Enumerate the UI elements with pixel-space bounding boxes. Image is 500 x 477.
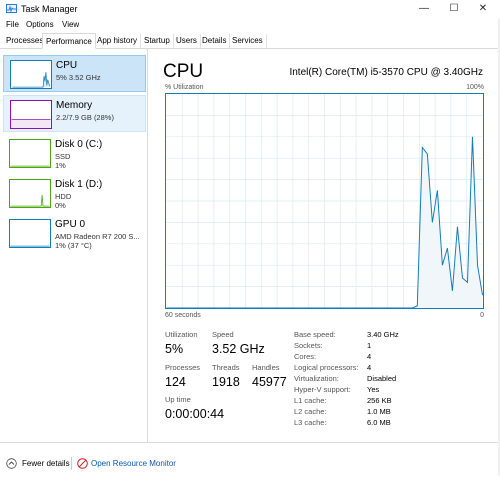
speed-label: Speed <box>212 330 234 339</box>
graph-max-label: 100% <box>466 84 484 91</box>
close-icon: ✕ <box>478 3 488 14</box>
uptime-value: 0:00:00:44 <box>165 407 225 421</box>
minimize-icon: — <box>419 3 429 14</box>
uptime-label: Up time <box>165 395 191 404</box>
utilization-label: Utilization <box>165 330 198 339</box>
handles-label: Handles <box>252 363 280 372</box>
menu-options[interactable]: Options <box>26 20 54 29</box>
detail-label: Sockets: <box>294 341 323 350</box>
graph-min-label: 0 <box>480 312 484 319</box>
detail-value: 256 KB <box>367 396 392 405</box>
sidebar-item-cpu[interactable]: CPU 5% 3.52 GHz <box>3 55 146 92</box>
cpu-panel: CPU Intel(R) Core(TM) i5-3570 CPU @ 3.40… <box>148 49 500 442</box>
tab-startup[interactable]: Startup <box>141 34 174 48</box>
sidebar-item-label: Disk 0 (C:) <box>55 139 103 150</box>
detail-value: 3.40 GHz <box>367 330 399 339</box>
footer-bar: Fewer details Open Resource Monitor <box>0 442 500 477</box>
sidebar-item-type: AMD Radeon R7 200 S... <box>55 232 140 241</box>
sidebar-item-memory[interactable]: Memory 2.2/7.9 GB (28%) <box>3 95 146 132</box>
open-resource-monitor-link[interactable]: Open Resource Monitor <box>91 459 176 468</box>
cpu-utilization-graph <box>165 93 484 309</box>
sidebar-item-value: 5% 3.52 GHz <box>56 73 101 82</box>
memory-thumbnail <box>10 100 52 129</box>
detail-label: Base speed: <box>294 330 336 339</box>
threads-label: Threads <box>212 363 240 372</box>
gpu-thumbnail <box>9 219 51 248</box>
sidebar-item-label: GPU 0 <box>55 219 86 230</box>
threads-value: 1918 <box>212 375 240 389</box>
menu-view[interactable]: View <box>62 20 79 29</box>
task-manager-icon <box>6 4 17 13</box>
close-button[interactable]: ✕ <box>468 0 498 18</box>
sidebar-item-type: HDD <box>55 192 72 201</box>
sidebar-item-gpu-0[interactable]: GPU 0 AMD Radeon R7 200 S... 1% (37 °C) <box>3 215 146 252</box>
detail-value: Disabled <box>367 374 397 383</box>
sidebar-item-disk-0[interactable]: Disk 0 (C:) SSD 1% <box>3 135 146 172</box>
speed-value: 3.52 GHz <box>212 342 265 356</box>
sidebar-item-type: SSD <box>55 152 71 161</box>
menu-file[interactable]: File <box>6 20 19 29</box>
sidebar-item-label: CPU <box>56 60 78 71</box>
footer-divider <box>71 457 72 470</box>
window-title: Task Manager <box>21 4 78 14</box>
sidebar-item-value: 0% <box>55 201 66 210</box>
tab-details[interactable]: Details <box>199 34 231 48</box>
detail-value: 4 <box>367 352 372 361</box>
tab-app-history[interactable]: App history <box>94 34 142 48</box>
sidebar-item-value: 2.2/7.9 GB (28%) <box>56 113 114 122</box>
cpu-model: Intel(R) Core(TM) i5-3570 CPU @ 3.40GHz <box>289 67 483 78</box>
maximize-button[interactable]: ☐ <box>439 0 469 18</box>
detail-value: 6.0 MB <box>367 418 391 427</box>
detail-label: L3 cache: <box>294 418 327 427</box>
minimize-button[interactable]: — <box>409 0 439 18</box>
tab-bar: Processes Performance App history Startu… <box>0 33 500 49</box>
maximize-icon: ☐ <box>449 3 459 14</box>
detail-label: Logical processors: <box>294 363 359 372</box>
detail-label: Hyper-V support: <box>294 385 351 394</box>
sidebar-item-value: 1% (37 °C) <box>55 241 92 250</box>
disk-1-thumbnail <box>9 179 51 208</box>
tab-services[interactable]: Services <box>229 34 267 48</box>
utilization-value: 5% <box>165 342 184 356</box>
detail-label: Cores: <box>294 352 317 361</box>
detail-label: L1 cache: <box>294 396 327 405</box>
handles-value: 45977 <box>252 375 287 389</box>
detail-value: Yes <box>367 385 380 394</box>
detail-value: 1 <box>367 341 372 350</box>
sidebar-item-label: Memory <box>56 100 93 111</box>
resource-monitor-icon[interactable] <box>77 458 88 469</box>
detail-value: 1.0 MB <box>367 407 391 416</box>
processes-value: 124 <box>165 375 186 389</box>
title-bar: Task Manager — ☐ ✕ <box>0 0 500 18</box>
sidebar-item-label: Disk 1 (D:) <box>55 179 103 190</box>
graph-time-label: 60 seconds <box>165 312 201 319</box>
detail-label: L2 cache: <box>294 407 327 416</box>
processes-label: Processes <box>165 363 201 372</box>
tab-performance[interactable]: Performance <box>42 33 96 49</box>
page-title: CPU <box>163 61 204 82</box>
tab-processes[interactable]: Processes <box>3 34 48 48</box>
collapse-up-icon[interactable] <box>6 458 17 469</box>
fewer-details-link[interactable]: Fewer details <box>22 459 70 468</box>
sidebar-item-disk-1[interactable]: Disk 1 (D:) HDD 0% <box>3 175 146 212</box>
cpu-thumbnail <box>10 60 52 89</box>
graph-y-label: % Utilization <box>165 84 204 91</box>
detail-value: 4 <box>367 363 372 372</box>
detail-label: Virtualization: <box>294 374 339 383</box>
sidebar-item-value: 1% <box>55 161 66 170</box>
resource-sidebar: CPU 5% 3.52 GHz Memory 2.2/7.9 GB (28%) … <box>0 49 148 442</box>
menu-bar: File Options View <box>0 18 500 33</box>
tab-users[interactable]: Users <box>173 34 201 48</box>
disk-0-thumbnail <box>9 139 51 168</box>
